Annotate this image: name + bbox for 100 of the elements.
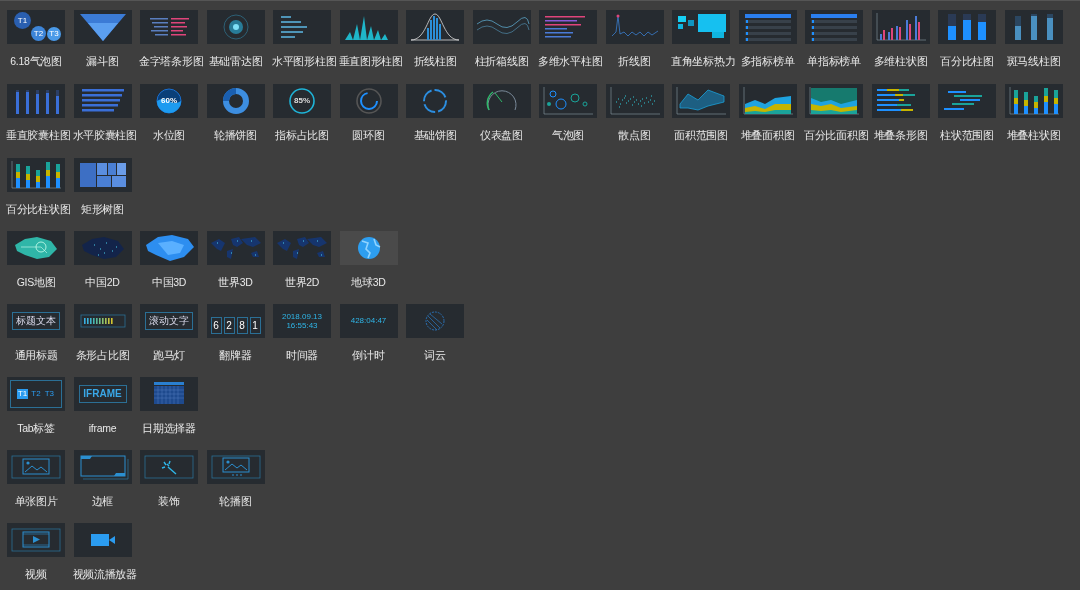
chart-thumbnail[interactable] (672, 10, 730, 44)
flip-digit: 6 (210, 317, 222, 334)
chart-thumbnail[interactable] (738, 84, 797, 118)
chart-thumbnail[interactable] (7, 84, 65, 118)
component-label: 堆叠面积图 (739, 128, 796, 143)
chart-thumbnail[interactable] (1004, 10, 1063, 44)
component-label: 矩形树图 (80, 202, 125, 217)
title-text-thumbnail[interactable]: 滚动文字 (140, 304, 198, 338)
component-label: 6.18气泡图 (9, 54, 63, 69)
world-map-thumbnail[interactable] (206, 231, 265, 265)
component-label: 地球3D (350, 275, 387, 290)
chart-thumbnail[interactable] (805, 10, 863, 44)
component-label: 基础雷达图 (207, 54, 264, 69)
component-label: 漏斗图 (85, 54, 120, 69)
video-thumbnail[interactable] (7, 523, 65, 557)
iframe-thumbnail[interactable]: IFRAME (73, 377, 132, 411)
chart-thumbnail[interactable] (406, 10, 464, 44)
border-thumbnail[interactable] (73, 450, 132, 484)
chart-thumbnail[interactable] (73, 158, 132, 192)
flip-digit: 2 (223, 317, 235, 334)
component-label: 日期选择器 (141, 421, 197, 436)
preview-text: T3 (47, 27, 61, 41)
chart-thumbnail[interactable] (672, 84, 730, 118)
component-label: 面积范围图 (673, 128, 729, 143)
tabs-thumbnail[interactable]: T1 T2 T3 (7, 377, 65, 411)
component-label: 折线图 (617, 54, 652, 69)
component-label: 多维柱状图 (872, 54, 929, 69)
map-thumbnail[interactable] (7, 231, 65, 265)
chart-thumbnail[interactable] (871, 10, 930, 44)
clock-thumbnail[interactable]: 2018.09.13 16:55:43 (273, 304, 331, 338)
map-thumbnail[interactable] (73, 231, 132, 265)
chart-thumbnail[interactable] (406, 84, 464, 118)
component-label: 边框 (90, 494, 115, 509)
component-label: 世界3D (217, 275, 254, 290)
image-thumbnail[interactable] (7, 450, 65, 484)
decoration-thumbnail[interactable] (140, 450, 198, 484)
component-label: 单指标榜单 (806, 54, 862, 69)
chart-thumbnail[interactable] (472, 10, 531, 44)
chart-thumbnail[interactable] (339, 10, 398, 44)
component-label: 世界2D (283, 275, 321, 290)
chart-thumbnail[interactable] (472, 84, 531, 118)
chart-thumbnail[interactable] (738, 10, 797, 44)
chart-thumbnail[interactable] (605, 84, 664, 118)
component-label: 中国2D (84, 275, 121, 290)
chart-thumbnail[interactable]: 85% (273, 84, 331, 118)
carousel-thumbnail[interactable] (206, 450, 265, 484)
segment-bar-thumbnail[interactable] (73, 304, 132, 338)
component-label: 百分比柱图 (939, 54, 995, 69)
preview-text: T3 (43, 389, 55, 399)
preview-text: 85% (294, 95, 310, 107)
preview-text: T1 (14, 12, 31, 29)
chart-thumbnail[interactable] (539, 10, 597, 44)
countdown-thumbnail[interactable]: 428:04:47 (339, 304, 398, 338)
component-label: 指标占比图 (274, 128, 330, 143)
chart-thumbnail[interactable] (206, 84, 265, 118)
component-label: 时间器 (284, 348, 320, 363)
chart-thumbnail[interactable] (7, 158, 65, 192)
component-label: 通用标题 (13, 348, 59, 363)
world-map-thumbnail[interactable] (273, 231, 331, 265)
flip-digit: 8 (236, 317, 248, 334)
component-label: GIS地图 (15, 275, 57, 290)
component-label: 圆环图 (351, 128, 386, 143)
preview-text: 标题文本 (12, 312, 60, 330)
chart-thumbnail[interactable] (1004, 84, 1063, 118)
flip-counter-thumbnail[interactable]: 6 2 8 1 (206, 304, 265, 338)
chart-thumbnail[interactable] (339, 84, 398, 118)
chart-thumbnail[interactable] (539, 84, 597, 118)
calendar-thumbnail[interactable] (140, 377, 198, 411)
component-label: 多指标榜单 (739, 54, 796, 69)
component-label: 条形占比图 (74, 348, 131, 363)
chart-thumbnail[interactable] (73, 84, 132, 118)
chart-thumbnail[interactable] (206, 10, 265, 44)
component-label: 堆叠柱状图 (1005, 128, 1062, 143)
chart-thumbnail[interactable]: 60% (140, 84, 198, 118)
chart-thumbnail[interactable] (805, 84, 863, 118)
video-camera-thumbnail[interactable] (73, 523, 132, 557)
component-label: 基础饼图 (412, 128, 458, 143)
chart-thumbnail[interactable] (938, 10, 996, 44)
globe-thumbnail[interactable] (339, 231, 398, 265)
chart-thumbnail[interactable] (605, 10, 664, 44)
component-label: 视频 (24, 567, 48, 582)
preview-text: 60% (161, 95, 177, 107)
word-cloud-thumbnail[interactable] (406, 304, 464, 338)
chart-thumbnail[interactable] (938, 84, 996, 118)
component-label: 仪表盘图 (479, 128, 524, 143)
bubble-chart-thumbnail[interactable]: T1 T2 T3 (7, 10, 65, 44)
component-label: 折线柱图 (412, 54, 458, 69)
chart-thumbnail[interactable] (273, 10, 331, 44)
flip-digit: 1 (249, 317, 261, 334)
chart-thumbnail[interactable] (871, 84, 930, 118)
funnel-chart-thumbnail[interactable] (73, 10, 132, 44)
component-label: 跑马灯 (151, 348, 187, 363)
component-label: 轮播图 (218, 494, 253, 509)
chart-thumbnail[interactable] (140, 10, 198, 44)
component-label: 倒计时 (351, 348, 386, 363)
component-label: Tab标签 (16, 421, 56, 436)
map-thumbnail[interactable] (140, 231, 198, 265)
component-label: iframe (87, 421, 118, 436)
component-label: 散点图 (617, 128, 652, 143)
title-text-thumbnail[interactable]: 标题文本 (7, 304, 65, 338)
